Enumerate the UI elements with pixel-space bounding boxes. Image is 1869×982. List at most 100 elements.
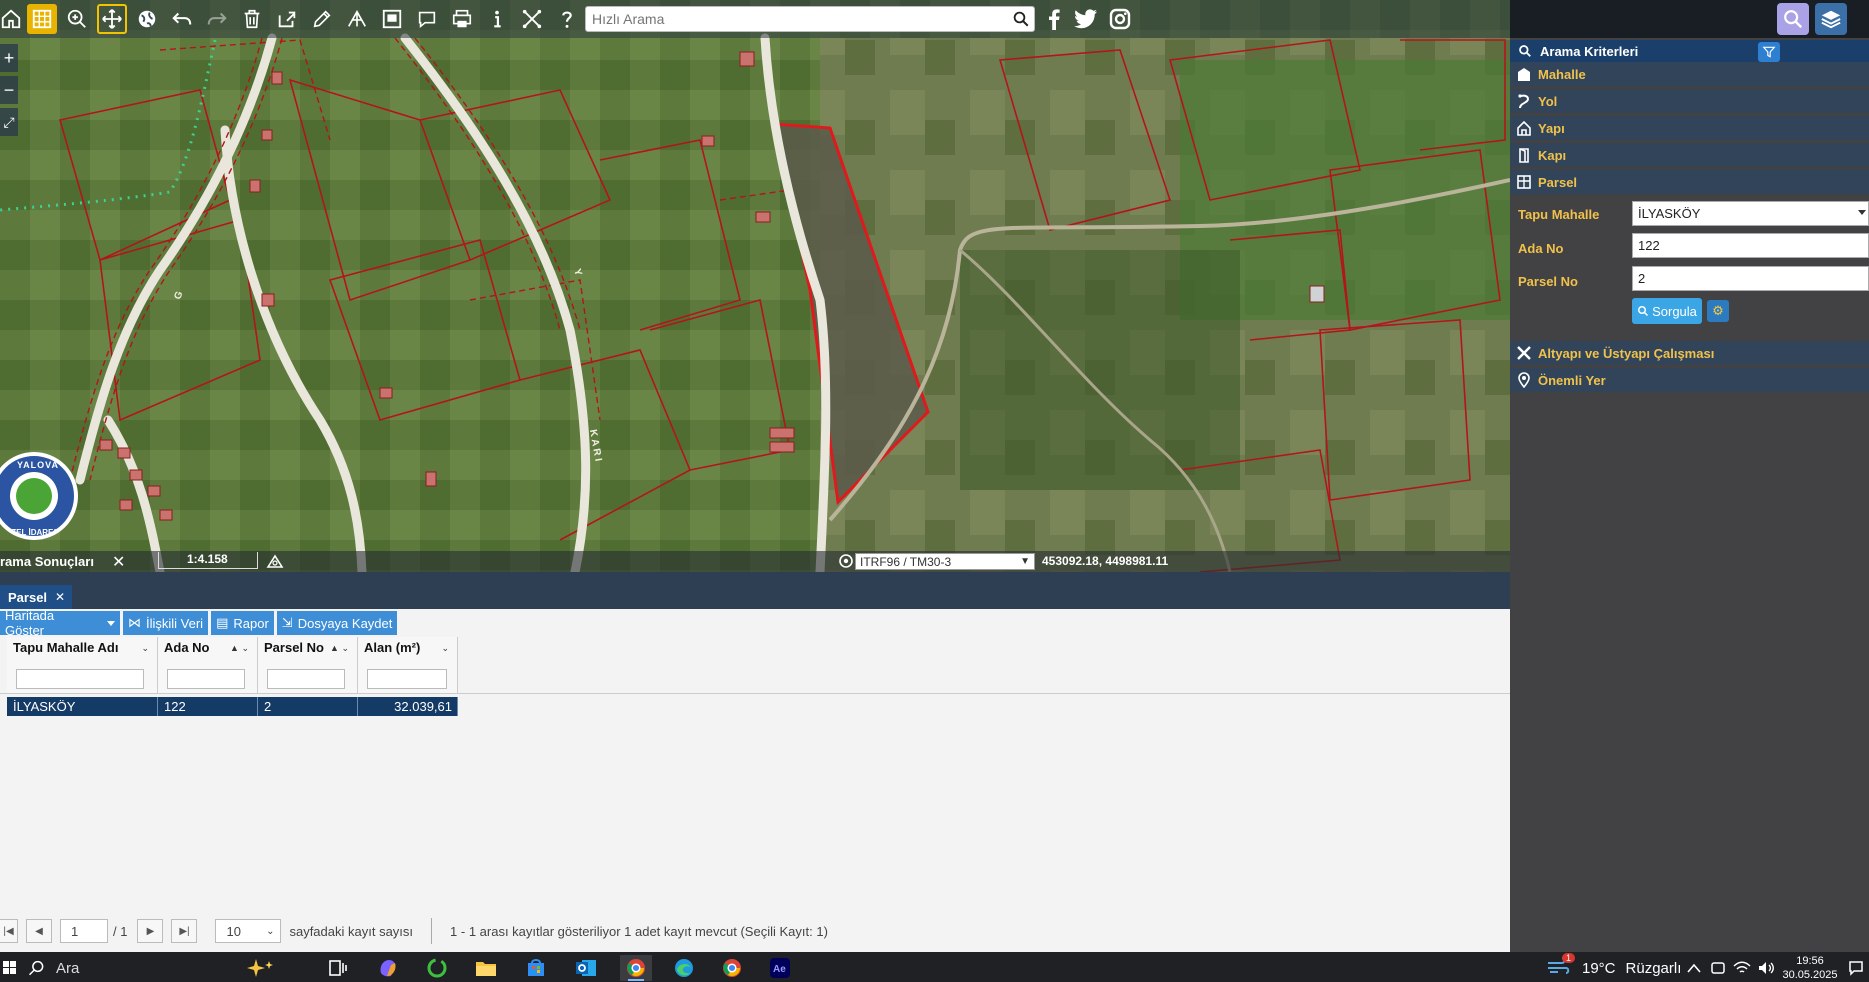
zoom-in-icon[interactable] xyxy=(62,4,92,34)
table-row-cell-ada[interactable]: 122 xyxy=(158,697,258,716)
chevron-down-icon[interactable]: ⌄ xyxy=(441,643,449,654)
refresh-app-icon[interactable] xyxy=(421,955,453,981)
filter-icon[interactable] xyxy=(1758,42,1780,62)
twitter-icon[interactable] xyxy=(1072,6,1100,32)
chevron-down-icon[interactable]: ⌄ xyxy=(141,643,149,654)
instagram-icon[interactable] xyxy=(1106,6,1134,32)
quick-search xyxy=(585,6,1035,32)
layers-icon[interactable] xyxy=(1815,3,1847,35)
grid-select-icon[interactable] xyxy=(27,4,57,34)
settings-gear-icon[interactable]: ⚙ xyxy=(1707,300,1729,322)
table-row-cell-alan[interactable]: 32.039,61 xyxy=(358,697,458,716)
windows-start-icon[interactable] xyxy=(0,955,20,981)
file-explorer-icon[interactable] xyxy=(470,955,502,981)
undo-icon[interactable] xyxy=(167,4,197,34)
search-results-tab[interactable]: rama Sonuçları ✕ xyxy=(0,551,125,572)
outlook-icon[interactable] xyxy=(570,955,602,981)
criteria-altyapi[interactable]: Altyapı ve Üstyapı Çalışması xyxy=(1510,341,1869,365)
clock-date: 30.05.2025 xyxy=(1782,969,1838,981)
taskbar-search[interactable]: Ara xyxy=(28,955,238,981)
edge-icon[interactable] xyxy=(668,955,700,981)
help-icon[interactable] xyxy=(552,4,582,34)
chrome-profile-icon[interactable] xyxy=(620,955,652,981)
page-size-select[interactable]: 10 ⌄ xyxy=(215,919,282,943)
map-view[interactable]: Y K A R I G + − ⤢ YALOVA ÖZEL İDARESİ xyxy=(0,0,1510,572)
column-label: Parsel No xyxy=(264,640,324,655)
parsel-no-input[interactable]: 2 xyxy=(1632,266,1869,291)
criteria-yol[interactable]: Yol xyxy=(1510,89,1869,113)
measure-icon[interactable] xyxy=(517,4,547,34)
column-header-ada[interactable]: Ada No ▲ ⌄ xyxy=(158,637,258,693)
filter-alan-input[interactable] xyxy=(367,669,447,689)
query-button[interactable]: Sorgula xyxy=(1632,298,1702,324)
tab-parsel[interactable]: Parsel ✕ xyxy=(0,585,72,609)
notifications-icon[interactable] xyxy=(1843,955,1869,981)
print-icon[interactable] xyxy=(447,4,477,34)
store-icon[interactable] xyxy=(520,955,552,981)
satellite-map[interactable]: Y K A R I G xyxy=(0,0,1510,572)
share-icon[interactable] xyxy=(272,4,302,34)
comment-icon[interactable] xyxy=(412,4,442,34)
show-on-map-button[interactable]: Haritada Göster xyxy=(0,608,120,638)
copilot-sparkle-icon[interactable] xyxy=(242,955,280,981)
pan-icon[interactable] xyxy=(97,4,127,34)
measure-area-icon[interactable] xyxy=(266,553,284,569)
zoom-in-button[interactable]: + xyxy=(0,44,18,72)
criteria-mahalle[interactable]: Mahalle xyxy=(1510,62,1869,86)
after-effects-icon[interactable]: Ae xyxy=(764,955,796,981)
chevron-up-icon[interactable] xyxy=(1682,955,1706,981)
table-row-cell-parsel[interactable]: 2 xyxy=(258,697,358,716)
prev-page-button[interactable]: ◀ xyxy=(26,919,52,943)
info-icon[interactable] xyxy=(482,4,512,34)
crs-select[interactable]: ITRF96 / TM30-3 ▼ xyxy=(855,553,1035,570)
filter-ada-input[interactable] xyxy=(167,669,245,689)
sort-asc-icon[interactable]: ▲ ⌄ xyxy=(330,643,349,654)
search-panel-toggle-icon[interactable] xyxy=(1777,3,1809,35)
report-button[interactable]: ▤ Rapor xyxy=(211,611,274,635)
related-data-button[interactable]: ⋈ İlişkili Veri xyxy=(123,611,209,635)
copilot-app-icon[interactable] xyxy=(372,955,404,981)
fullscreen-button[interactable]: ⤢ xyxy=(0,108,18,136)
criteria-label: Parsel xyxy=(1538,174,1578,190)
next-page-button[interactable]: ▶ xyxy=(137,919,164,943)
chrome-icon[interactable] xyxy=(716,955,748,981)
search-icon[interactable] xyxy=(1008,7,1034,31)
last-page-button[interactable]: ▶| xyxy=(171,919,198,943)
home-icon[interactable] xyxy=(0,4,22,34)
trash-icon[interactable] xyxy=(237,4,267,34)
criteria-parsel[interactable]: Parsel xyxy=(1510,170,1869,194)
map-scale: 1:4.158 xyxy=(158,552,258,569)
ada-no-input[interactable]: 122 xyxy=(1632,233,1869,258)
frame-icon[interactable] xyxy=(377,4,407,34)
criteria-yapi[interactable]: Yapı xyxy=(1510,116,1869,140)
sort-asc-icon[interactable]: ▲ ⌄ xyxy=(230,643,249,654)
zoom-out-button[interactable]: − xyxy=(0,76,18,104)
locate-icon[interactable] xyxy=(838,553,854,569)
layers-tool-icon[interactable] xyxy=(342,4,372,34)
filter-parsel-input[interactable] xyxy=(267,669,345,689)
close-tab-icon[interactable]: ✕ xyxy=(55,590,65,604)
page-number-input[interactable]: 1 xyxy=(60,919,108,943)
column-header-alan[interactable]: Alan (m²) ⌄ xyxy=(358,637,458,693)
pencil-icon[interactable] xyxy=(307,4,337,34)
first-page-button[interactable]: |◀ xyxy=(0,919,18,943)
column-header-mahalle[interactable]: Tapu Mahalle Adı ⌄ xyxy=(7,637,158,693)
redo-icon[interactable] xyxy=(202,4,232,34)
column-header-parsel[interactable]: Parsel No ▲ ⌄ xyxy=(258,637,358,693)
save-file-button[interactable]: ⇲ Dosyaya Kaydet xyxy=(276,611,398,635)
volume-icon[interactable] xyxy=(1754,955,1778,981)
globe-icon[interactable] xyxy=(132,4,162,34)
meet-now-icon[interactable] xyxy=(1706,955,1730,981)
weather-widget[interactable]: 1 19°C Rüzgarlı xyxy=(1546,953,1681,981)
facebook-icon[interactable] xyxy=(1040,6,1068,32)
network-icon[interactable] xyxy=(1730,955,1754,981)
tapu-mahalle-select[interactable]: İLYASKÖY xyxy=(1632,201,1869,226)
criteria-onemli-yer[interactable]: Önemli Yer xyxy=(1510,368,1869,392)
taskbar-clock[interactable]: 19:56 30.05.2025 xyxy=(1780,954,1840,982)
close-results-icon[interactable]: ✕ xyxy=(112,552,125,572)
filter-mahalle-input[interactable] xyxy=(16,669,144,689)
table-row-cell-mahalle[interactable]: İLYASKÖY xyxy=(7,697,158,716)
quick-search-input[interactable] xyxy=(586,8,1008,30)
criteria-kapi[interactable]: Kapı xyxy=(1510,143,1869,167)
task-view-icon[interactable] xyxy=(322,955,354,981)
